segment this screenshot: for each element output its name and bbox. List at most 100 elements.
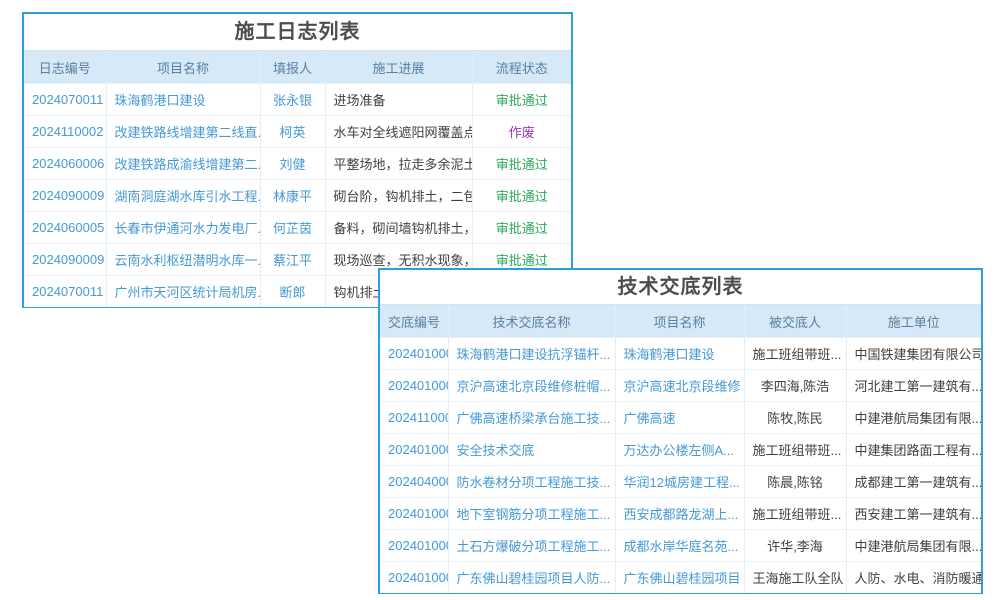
log-number-cell[interactable]: 2024090009	[24, 244, 106, 276]
project-name-cell[interactable]: 西安成都路龙湖上...	[615, 498, 744, 530]
project-name-cell[interactable]: 云南水利枢纽潜明水库一...	[106, 244, 260, 276]
progress-cell: 备料，砌间墙钩机排土，瓦...	[325, 212, 472, 244]
project-name-cell[interactable]: 珠海鹤港口建设	[615, 338, 744, 370]
table-header-row: 交底编号技术交底名称项目名称被交底人施工单位	[380, 305, 981, 338]
log-number-cell[interactable]: 2024060005	[24, 212, 106, 244]
table-row: 2024010004京沪高速北京段维修桩帽...京沪高速北京段维修李四海,陈浩河…	[380, 370, 981, 402]
log-number-cell[interactable]: 2024110002	[24, 116, 106, 148]
construction-unit-cell: 中建港航局集团有限...	[846, 402, 981, 434]
reporter-cell[interactable]: 蔡江平	[260, 244, 325, 276]
construction-unit-cell: 中建集团路面工程有...	[846, 434, 981, 466]
technical-disclosure-table-card: 技术交底列表 交底编号技术交底名称项目名称被交底人施工单位 2024010003…	[378, 268, 983, 594]
disclosure-number-cell[interactable]: 2024040001	[380, 466, 448, 498]
disclosure-number-cell[interactable]: 2024010001	[380, 562, 448, 594]
table-row: 2024010001广东佛山碧桂园项目人防...广东佛山碧桂园项目王海施工队全队…	[380, 562, 981, 594]
table-row: 2024040001防水卷材分项工程施工技...华润12城房建工程...陈晨,陈…	[380, 466, 981, 498]
reporter-cell[interactable]: 林康平	[260, 180, 325, 212]
column-header-construction-unit: 施工单位	[846, 305, 981, 338]
disclosure-name-cell[interactable]: 广东佛山碧桂园项目人防...	[448, 562, 615, 594]
technical-disclosure-table-title: 技术交底列表	[380, 270, 981, 304]
receiver-cell: 李四海,陈浩	[744, 370, 846, 402]
log-number-cell[interactable]: 2024070011	[24, 276, 106, 308]
disclosure-name-cell[interactable]: 京沪高速北京段维修桩帽...	[448, 370, 615, 402]
status-cell: 审批通过	[472, 148, 571, 180]
disclosure-number-cell[interactable]: 2024010002	[380, 530, 448, 562]
reporter-cell[interactable]: 柯英	[260, 116, 325, 148]
disclosure-number-cell[interactable]: 2024010002	[380, 498, 448, 530]
construction-unit-cell: 西安建工第一建筑有...	[846, 498, 981, 530]
project-name-cell[interactable]: 京沪高速北京段维修	[615, 370, 744, 402]
column-header-disclosure-name: 技术交底名称	[448, 305, 615, 338]
construction-unit-cell: 人防、水电、消防暖通	[846, 562, 981, 594]
disclosure-name-cell[interactable]: 地下室钢筋分项工程施工...	[448, 498, 615, 530]
reporter-cell[interactable]: 何芷茵	[260, 212, 325, 244]
log-number-cell[interactable]: 2024060006	[24, 148, 106, 180]
column-header-disclosure-number: 交底编号	[380, 305, 448, 338]
project-name-cell[interactable]: 成都水岸华庭名苑...	[615, 530, 744, 562]
table-row: 2024090009湖南洞庭湖水库引水工程...林康平砌台阶，钩机排土，二包砌.…	[24, 180, 571, 212]
table-row: 2024010002土石方爆破分项工程施工...成都水岸华庭名苑...许华,李海…	[380, 530, 981, 562]
column-header-log-number: 日志编号	[24, 51, 106, 84]
disclosure-name-cell[interactable]: 防水卷材分项工程施工技...	[448, 466, 615, 498]
table-row: 2024110001广佛高速桥梁承台施工技...广佛高速陈牧,陈民中建港航局集团…	[380, 402, 981, 434]
project-name-cell[interactable]: 广佛高速	[615, 402, 744, 434]
log-number-cell[interactable]: 2024090009	[24, 180, 106, 212]
project-name-cell[interactable]: 华润12城房建工程...	[615, 466, 744, 498]
project-name-cell[interactable]: 改建铁路线增建第二线直...	[106, 116, 260, 148]
receiver-cell: 施工班组带班...	[744, 338, 846, 370]
receiver-cell: 施工班组带班...	[744, 498, 846, 530]
progress-cell: 平整场地，拉走多余泥土15...	[325, 148, 472, 180]
status-cell: 审批通过	[472, 84, 571, 116]
receiver-cell: 陈晨,陈铭	[744, 466, 846, 498]
status-cell: 审批通过	[472, 180, 571, 212]
project-name-cell[interactable]: 万达办公楼左侧A...	[615, 434, 744, 466]
table-row: 2024060005长春市伊通河水力发电厂...何芷茵备料，砌间墙钩机排土，瓦.…	[24, 212, 571, 244]
column-header-receiver: 被交底人	[744, 305, 846, 338]
log-number-cell[interactable]: 2024070011	[24, 84, 106, 116]
construction-unit-cell: 河北建工第一建筑有...	[846, 370, 981, 402]
column-header-progress: 施工进展	[325, 51, 472, 84]
project-name-cell[interactable]: 湖南洞庭湖水库引水工程...	[106, 180, 260, 212]
disclosure-number-cell[interactable]: 2024010003	[380, 338, 448, 370]
construction-unit-cell: 成都建工第一建筑有...	[846, 466, 981, 498]
table-row: 2024060006改建铁路成渝线增建第二...刘健平整场地，拉走多余泥土15.…	[24, 148, 571, 180]
construction-log-table-title: 施工日志列表	[24, 14, 571, 50]
table-row: 2024010003珠海鹤港口建设抗浮锚杆...珠海鹤港口建设施工班组带班...…	[380, 338, 981, 370]
table-row: 2024070011珠海鹤港口建设张永银进场准备审批通过	[24, 84, 571, 116]
reporter-cell[interactable]: 张永银	[260, 84, 325, 116]
receiver-cell: 陈牧,陈民	[744, 402, 846, 434]
project-name-cell[interactable]: 改建铁路成渝线增建第二...	[106, 148, 260, 180]
table-row: 2024110002改建铁路线增建第二线直...柯英水车对全线遮阳网覆盖点进..…	[24, 116, 571, 148]
construction-log-table-card: 施工日志列表 日志编号项目名称填报人施工进展流程状态 2024070011珠海鹤…	[22, 12, 573, 308]
table-header-row: 日志编号项目名称填报人施工进展流程状态	[24, 51, 571, 84]
progress-cell: 砌台阶，钩机排土，二包砌...	[325, 180, 472, 212]
project-name-cell[interactable]: 广东佛山碧桂园项目	[615, 562, 744, 594]
project-name-cell[interactable]: 广州市天河区统计局机房...	[106, 276, 260, 308]
column-header-reporter: 填报人	[260, 51, 325, 84]
column-header-project-name: 项目名称	[615, 305, 744, 338]
project-name-cell[interactable]: 长春市伊通河水力发电厂...	[106, 212, 260, 244]
table-row: 2024010003安全技术交底万达办公楼左侧A...施工班组带班...中建集团…	[380, 434, 981, 466]
project-name-cell[interactable]: 珠海鹤港口建设	[106, 84, 260, 116]
status-cell: 作废	[472, 116, 571, 148]
table-row: 2024010002地下室钢筋分项工程施工...西安成都路龙湖上...施工班组带…	[380, 498, 981, 530]
column-header-project-name: 项目名称	[106, 51, 260, 84]
reporter-cell[interactable]: 断郎	[260, 276, 325, 308]
reporter-cell[interactable]: 刘健	[260, 148, 325, 180]
disclosure-name-cell[interactable]: 广佛高速桥梁承台施工技...	[448, 402, 615, 434]
receiver-cell: 施工班组带班...	[744, 434, 846, 466]
status-cell: 审批通过	[472, 212, 571, 244]
receiver-cell: 王海施工队全队	[744, 562, 846, 594]
receiver-cell: 许华,李海	[744, 530, 846, 562]
disclosure-name-cell[interactable]: 珠海鹤港口建设抗浮锚杆...	[448, 338, 615, 370]
disclosure-name-cell[interactable]: 安全技术交底	[448, 434, 615, 466]
construction-unit-cell: 中国铁建集团有限公司	[846, 338, 981, 370]
disclosure-name-cell[interactable]: 土石方爆破分项工程施工...	[448, 530, 615, 562]
disclosure-number-cell[interactable]: 2024110001	[380, 402, 448, 434]
column-header-status: 流程状态	[472, 51, 571, 84]
progress-cell: 水车对全线遮阳网覆盖点进...	[325, 116, 472, 148]
construction-unit-cell: 中建港航局集团有限...	[846, 530, 981, 562]
technical-disclosure-table: 交底编号技术交底名称项目名称被交底人施工单位 2024010003珠海鹤港口建设…	[380, 304, 981, 593]
disclosure-number-cell[interactable]: 2024010003	[380, 434, 448, 466]
disclosure-number-cell[interactable]: 2024010004	[380, 370, 448, 402]
